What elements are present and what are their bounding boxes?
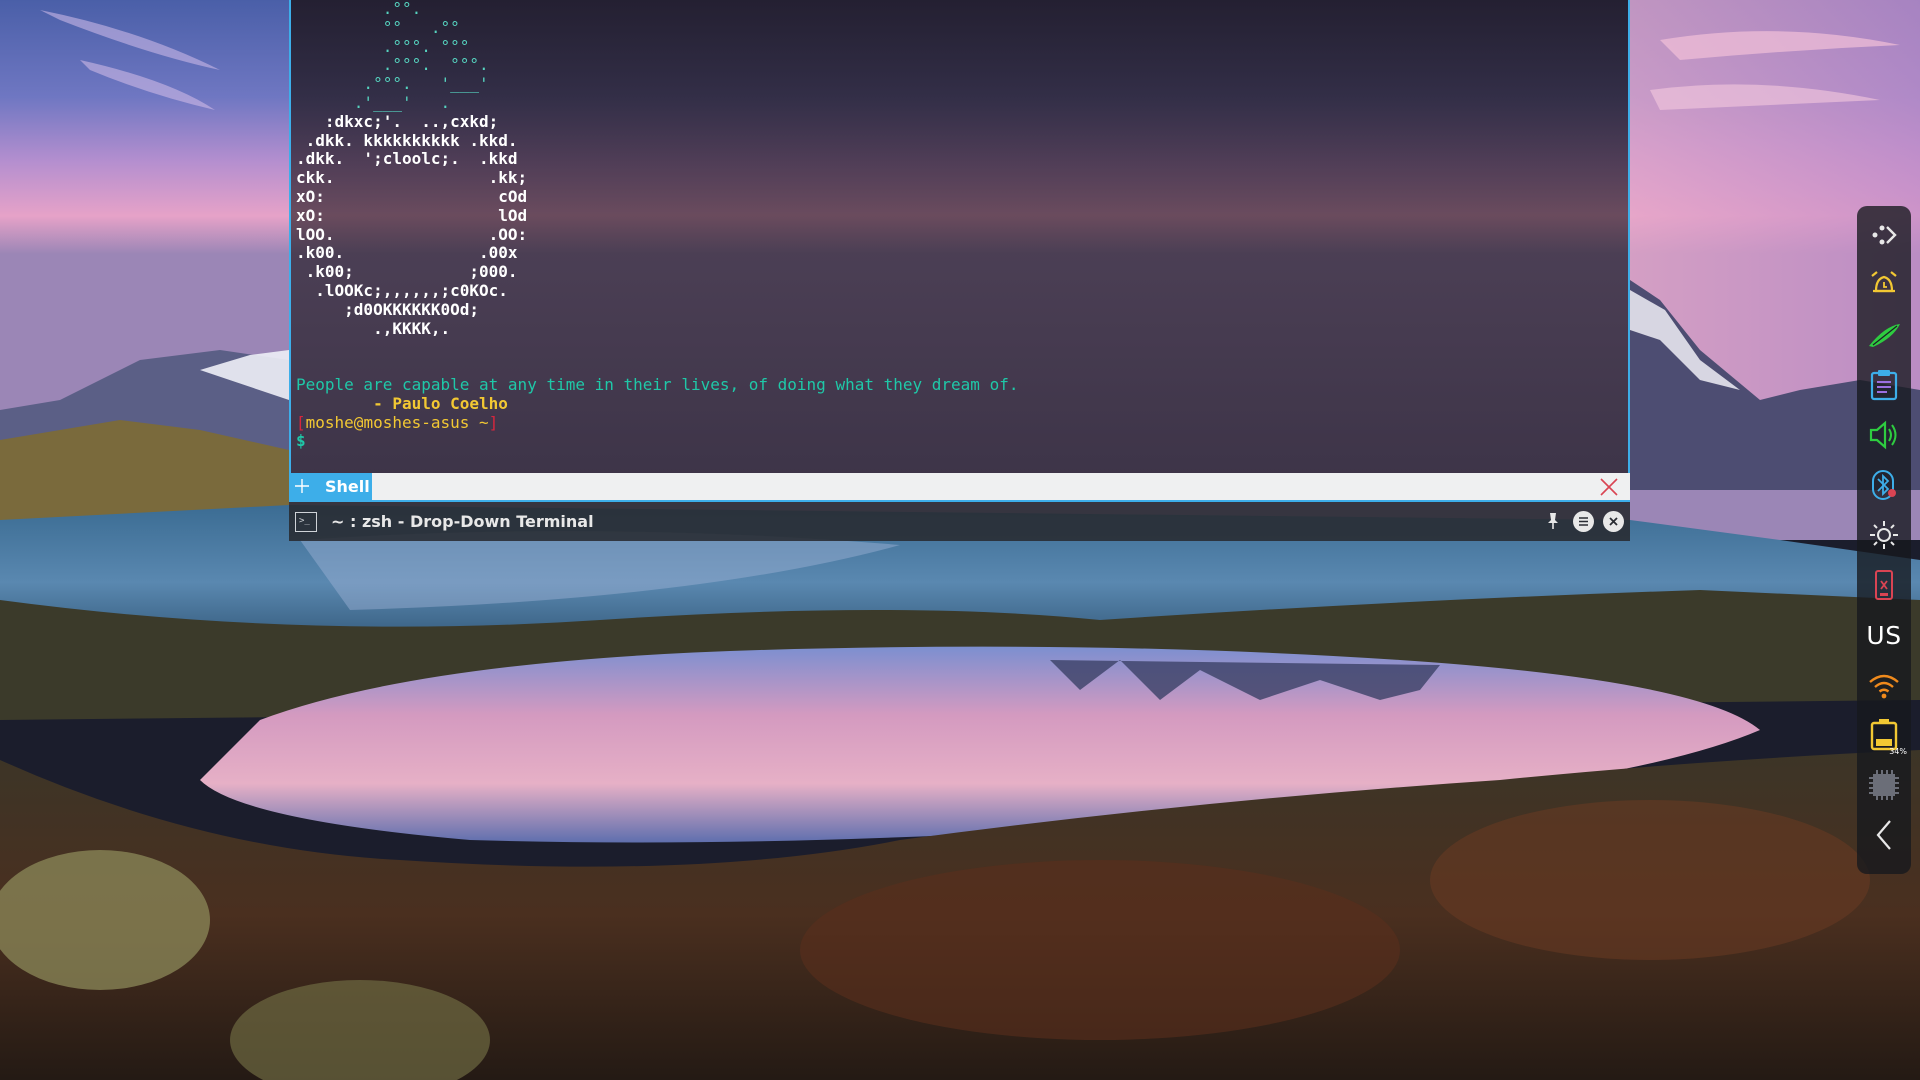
clipboard-icon[interactable] xyxy=(1863,364,1905,406)
alarm-clock-icon[interactable] xyxy=(1863,264,1905,306)
close-icon xyxy=(1602,510,1624,532)
window-buttons xyxy=(1542,510,1624,532)
battery-percent-label: 34% xyxy=(1889,747,1907,756)
expand-panel-chevron-left-icon[interactable] xyxy=(1863,814,1905,856)
fortune-author: - Paulo Coelho xyxy=(296,393,508,413)
tab-shell-label: Shell xyxy=(325,477,370,496)
tab-shell[interactable]: Shell xyxy=(289,473,372,500)
pin-icon[interactable] xyxy=(1542,510,1564,532)
hamburger-menu-icon xyxy=(1572,510,1594,532)
telegram-paper-plane-icon[interactable] xyxy=(1863,314,1905,356)
window-title: ~ : zsh - Drop-Down Terminal xyxy=(331,512,594,531)
brightness-icon[interactable] xyxy=(1863,514,1905,556)
window-titlebar[interactable]: >_ ~ : zsh - Drop-Down Terminal xyxy=(289,502,1630,541)
menu-button[interactable] xyxy=(1572,510,1594,532)
prompt-symbol: $ xyxy=(296,431,306,451)
close-window-button[interactable] xyxy=(1602,510,1624,532)
system-tray-panel: US 34% xyxy=(1857,206,1911,874)
system-monitor-chip-icon[interactable] xyxy=(1863,764,1905,806)
ascii-art-top: .°°. °° .°° .°°°. °°° .°°°. °°°. .°°°. '… xyxy=(296,0,489,112)
new-tab-plus-icon[interactable] xyxy=(289,472,315,501)
ascii-art-logo: :dkxc;'. ..,cxkd; .dkk. kkkkkkkkkk .kkd.… xyxy=(296,111,528,338)
terminal-text[interactable]: .°°. °° .°° .°°°. °°° .°°°. °°°. .°°°. '… xyxy=(296,0,1018,451)
terminal-output-area[interactable]: .°°. °° .°° .°°°. °°° .°°°. °°°. .°°°. '… xyxy=(289,0,1630,473)
wifi-icon[interactable] xyxy=(1863,664,1905,706)
volume-icon[interactable] xyxy=(1863,414,1905,456)
tab-bar: Shell xyxy=(289,473,1630,502)
battery-icon[interactable]: 34% xyxy=(1863,714,1907,756)
keyboard-layout-indicator[interactable]: US xyxy=(1863,614,1905,656)
close-tab-icon[interactable] xyxy=(1598,476,1620,498)
prompt-user-host: moshe@moshes-asus ~ xyxy=(305,412,489,432)
kdeconnect-icon[interactable] xyxy=(1863,214,1905,256)
bluetooth-icon[interactable] xyxy=(1863,464,1905,506)
keyboard-layout-label: US xyxy=(1866,620,1902,650)
fortune-quote: People are capable at any time in their … xyxy=(296,374,1019,394)
terminal-app-icon: >_ xyxy=(295,511,317,532)
phone-battery-icon[interactable] xyxy=(1863,564,1905,606)
